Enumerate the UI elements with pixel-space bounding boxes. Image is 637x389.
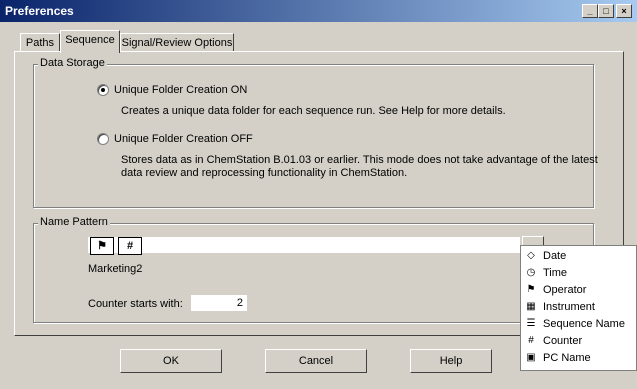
menu-item-date[interactable]: ◇ Date (521, 248, 637, 265)
menu-item-pc-name[interactable]: ▣ PC Name (521, 350, 637, 367)
clock-icon: ◷ (526, 267, 536, 278)
counter-start-input[interactable]: 2 (191, 295, 247, 311)
unique-folder-off-description-line2: data review and reprocessing functionali… (121, 167, 408, 179)
name-preview: Marketing2 (88, 263, 143, 275)
menu-item-sequence-name[interactable]: ☰ Sequence Name (521, 316, 637, 333)
unique-folder-on-radio[interactable] (97, 84, 109, 96)
counter-icon: # (528, 335, 534, 346)
tab-paths[interactable]: Paths (20, 33, 60, 52)
counter-icon[interactable]: # (118, 237, 142, 255)
sequence-icon: ☰ (526, 318, 536, 329)
unique-folder-off-label[interactable]: Unique Folder Creation OFF (114, 133, 253, 145)
menu-item-time[interactable]: ◷ Time (521, 265, 637, 282)
token-menu: ◇ Date ◷ Time ⚑ Operator ▦ Instrument ☰ … (520, 245, 637, 371)
help-button[interactable]: Help (410, 349, 492, 373)
tab-signal-review-options[interactable]: Signal/Review Options (120, 33, 234, 52)
pc-icon: ▣ (526, 352, 536, 363)
name-pattern-legend: Name Pattern (38, 216, 110, 228)
unique-folder-off-description-line1: Stores data as in ChemStation B.01.03 or… (121, 154, 598, 166)
operator-icon: ⚑ (526, 284, 536, 295)
unique-folder-on-description: Creates a unique data folder for each se… (121, 105, 506, 117)
menu-item-instrument[interactable]: ▦ Instrument (521, 299, 637, 316)
counter-start-label: Counter starts with: (88, 298, 183, 310)
tab-sequence[interactable]: Sequence (60, 30, 120, 53)
close-button[interactable]: × (616, 4, 632, 18)
counter-start-value: 2 (236, 297, 243, 309)
date-icon: ◇ (527, 250, 535, 261)
ok-button[interactable]: OK (120, 349, 222, 373)
data-storage-legend: Data Storage (38, 57, 107, 69)
window-title: Preferences (5, 4, 74, 18)
name-pattern-field[interactable]: ⚑ # (88, 237, 520, 255)
operator-icon[interactable]: ⚑ (90, 237, 114, 255)
maximize-button[interactable]: □ (598, 4, 614, 18)
instrument-icon: ▦ (526, 301, 536, 312)
unique-folder-off-radio[interactable] (97, 133, 109, 145)
minimize-button[interactable]: _ (582, 4, 598, 18)
cancel-button[interactable]: Cancel (265, 349, 367, 373)
menu-item-operator[interactable]: ⚑ Operator (521, 282, 637, 299)
title-bar: Preferences _ □ × (0, 0, 637, 22)
unique-folder-on-label[interactable]: Unique Folder Creation ON (114, 84, 247, 96)
menu-item-counter[interactable]: # Counter (521, 333, 637, 350)
